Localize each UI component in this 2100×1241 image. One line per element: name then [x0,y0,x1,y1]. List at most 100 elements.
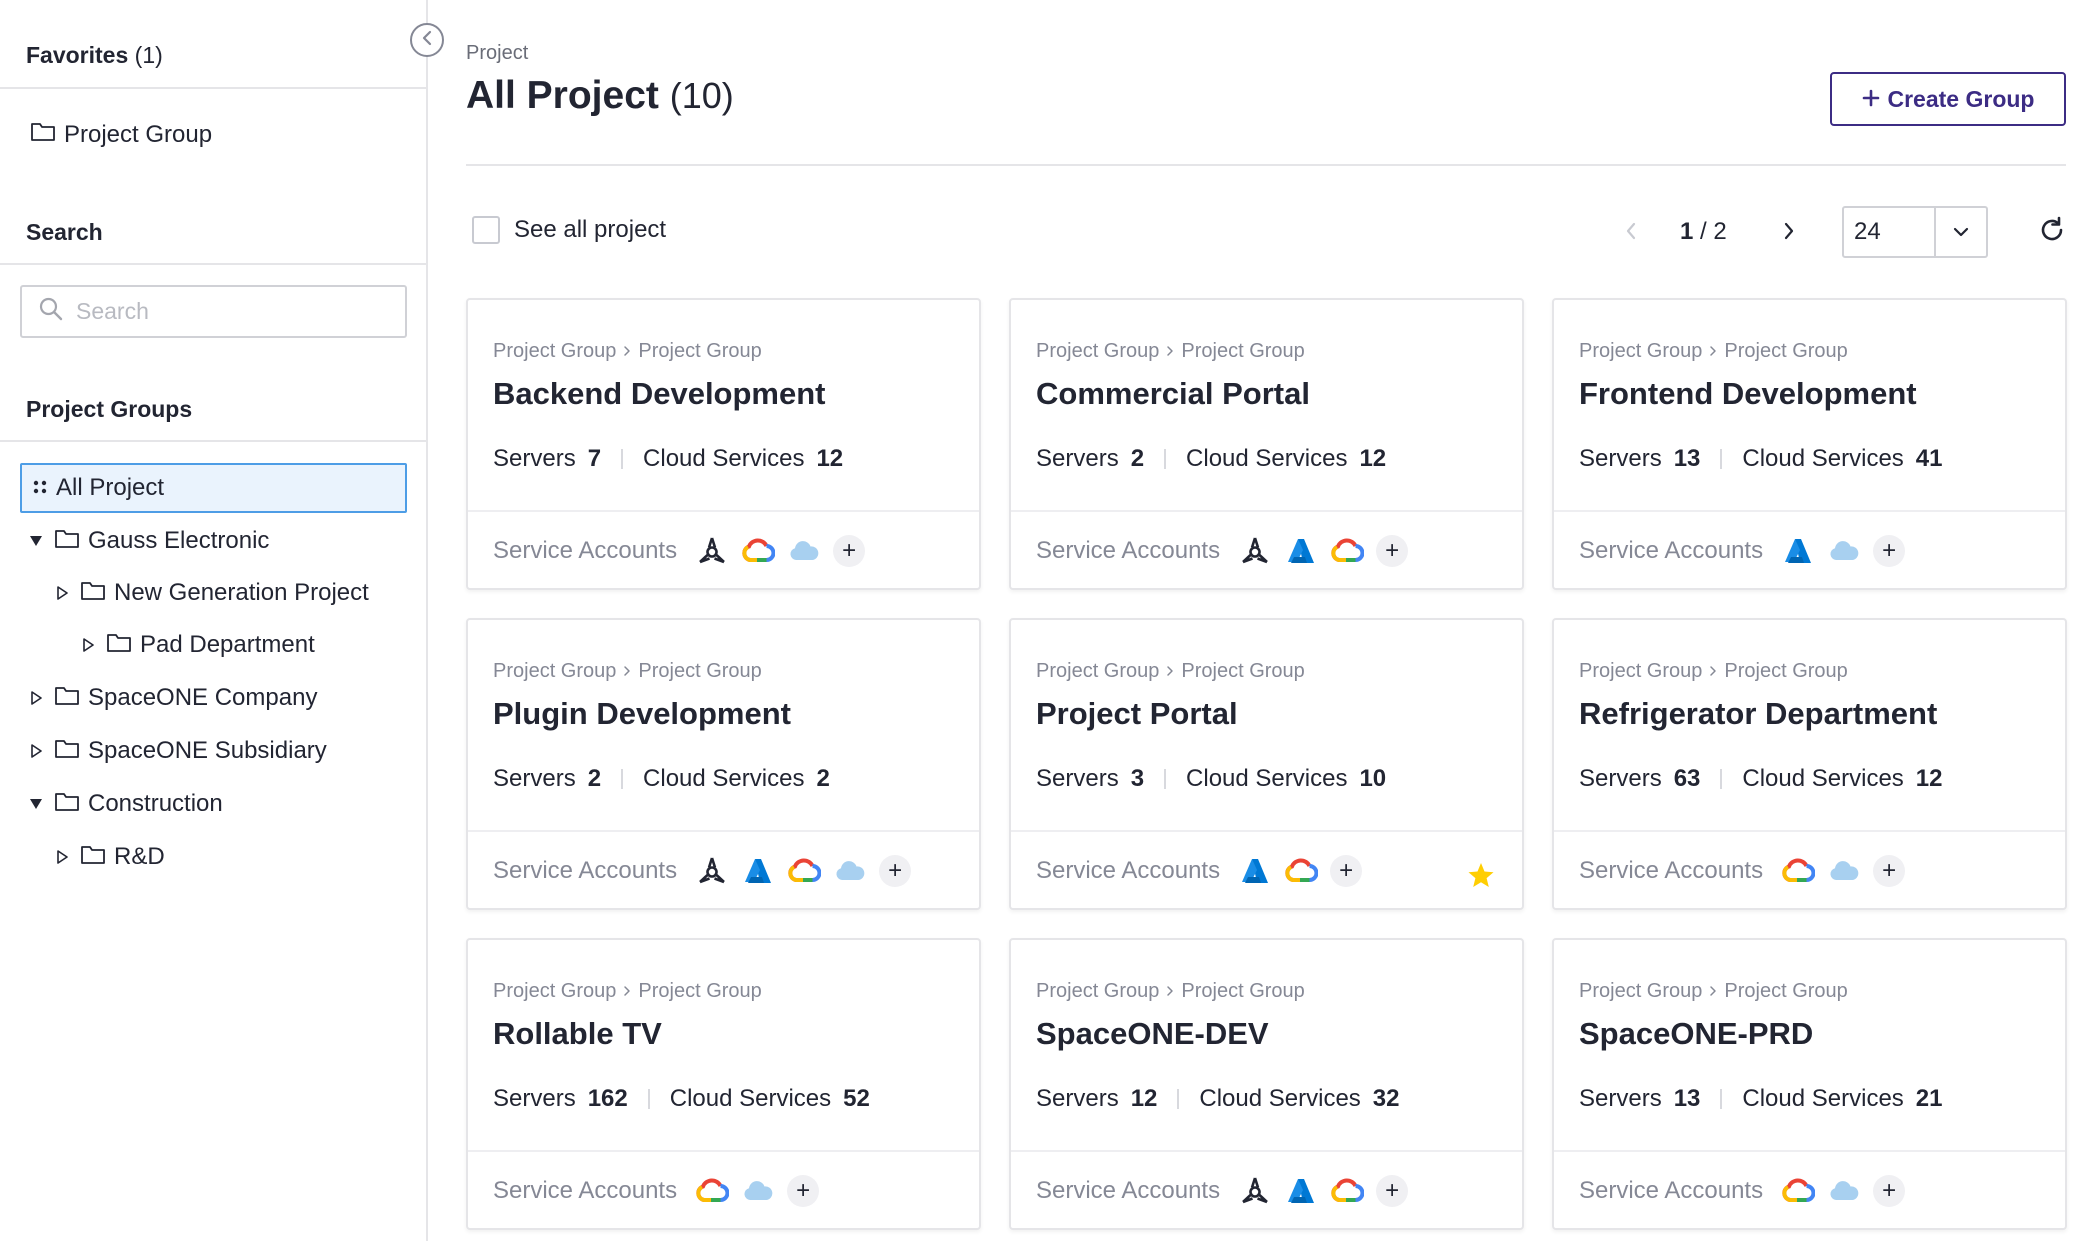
project-card[interactable]: Project Group Project Group Frontend Dev… [1552,298,2067,590]
card-crumb-child[interactable]: Project Group [1724,340,1847,363]
tree-item-construction[interactable]: Construction [26,779,223,829]
chevron-down-icon[interactable] [1934,208,1986,256]
card-crumb-parent[interactable]: Project Group [1036,660,1159,683]
tree-item-spaceone-subsidiary[interactable]: SpaceONE Subsidiary [26,726,327,776]
cloud-icon[interactable] [787,534,821,568]
project-name[interactable]: Backend Development [493,376,826,412]
add-service-account-button[interactable]: + [787,1175,820,1207]
cloud-services-count[interactable]: 52 [843,1085,870,1113]
google-icon[interactable] [1781,854,1816,888]
card-crumb-child[interactable]: Project Group [638,340,761,363]
project-card[interactable]: Project Group Project Group Refrigerator… [1552,618,2067,910]
azure-icon[interactable] [741,854,775,888]
card-crumb-parent[interactable]: Project Group [1036,340,1159,363]
cloud-services-count[interactable]: 12 [816,445,843,473]
cloud-icon[interactable] [1827,854,1861,888]
project-name[interactable]: Frontend Development [1579,376,1917,412]
card-crumb-child[interactable]: Project Group [1724,660,1847,683]
tree-item-new-generation-project[interactable]: New Generation Project [52,568,369,618]
card-crumb-parent[interactable]: Project Group [493,980,616,1003]
cloud-services-count[interactable]: 32 [1373,1085,1400,1113]
azure-icon[interactable] [1238,854,1272,888]
add-service-account-button[interactable]: + [879,855,912,887]
project-card[interactable]: Project Group Project Group Plugin Devel… [466,618,981,910]
card-crumb-child[interactable]: Project Group [1724,980,1847,1003]
project-name[interactable]: SpaceONE-PRD [1579,1016,1813,1052]
search-box[interactable] [20,285,407,338]
next-page-button[interactable] [1772,216,1806,250]
card-crumb-parent[interactable]: Project Group [1579,340,1702,363]
google-icon[interactable] [787,854,822,888]
google-icon[interactable] [1330,534,1365,568]
project-card[interactable]: Project Group Project Group Backend Deve… [466,298,981,590]
cloud-services-count[interactable]: 12 [1916,765,1943,793]
tree-item-pad-department[interactable]: Pad Department [78,620,315,670]
favorite-item-project-group[interactable]: Project Group [30,120,212,149]
search-input[interactable] [76,298,376,325]
cloud-icon[interactable] [1827,1174,1861,1208]
servers-count[interactable]: 13 [1674,1085,1701,1113]
servers-count[interactable]: 2 [1131,445,1144,473]
cloud-icon[interactable] [741,1174,775,1208]
refresh-button[interactable] [2034,214,2070,250]
servers-count[interactable]: 12 [1131,1085,1158,1113]
project-card[interactable]: Project Group Project Group SpaceONE-PRD… [1552,938,2067,1230]
tree-item-all-project[interactable]: All Project [20,463,407,513]
project-name[interactable]: Commercial Portal [1036,376,1310,412]
page-size-select[interactable]: 24 [1842,206,1988,258]
caret-right-icon[interactable] [26,744,46,758]
card-crumb-parent[interactable]: Project Group [493,340,616,363]
project-name[interactable]: SpaceONE-DEV [1036,1016,1269,1052]
tree-item-gauss-electronic[interactable]: Gauss Electronic [26,516,269,566]
servers-count[interactable]: 2 [588,765,601,793]
project-name[interactable]: Plugin Development [493,696,791,732]
card-crumb-parent[interactable]: Project Group [1579,980,1702,1003]
tree-item-rnd[interactable]: R&D [52,832,165,882]
servers-count[interactable]: 7 [588,445,601,473]
breadcrumb[interactable]: Project [466,42,528,65]
azure-icon[interactable] [1781,534,1815,568]
cloud-icon[interactable] [1827,534,1861,568]
add-service-account-button[interactable]: + [1376,535,1409,567]
project-card[interactable]: Project Group Project Group SpaceONE-DEV… [1009,938,1524,1230]
card-crumb-child[interactable]: Project Group [1181,980,1304,1003]
google-icon[interactable] [741,534,776,568]
google-icon[interactable] [1284,854,1319,888]
add-service-account-button[interactable]: + [1376,1175,1409,1207]
cloud-services-count[interactable]: 21 [1916,1085,1943,1113]
cloud-services-count[interactable]: 2 [816,765,829,793]
card-crumb-child[interactable]: Project Group [638,660,761,683]
card-crumb-parent[interactable]: Project Group [493,660,616,683]
card-crumb-parent[interactable]: Project Group [1036,980,1159,1003]
caret-down-icon[interactable] [26,535,46,547]
project-name[interactable]: Refrigerator Department [1579,696,1937,732]
project-card[interactable]: Project Group Project Group Project Port… [1009,618,1524,910]
servers-count[interactable]: 63 [1674,765,1701,793]
cloud-services-count[interactable]: 10 [1359,765,1386,793]
google-icon[interactable] [1781,1174,1816,1208]
google-icon[interactable] [695,1174,730,1208]
collapse-sidebar-button[interactable] [410,23,444,57]
card-crumb-child[interactable]: Project Group [638,980,761,1003]
cloud-services-count[interactable]: 41 [1916,445,1943,473]
caret-down-icon[interactable] [26,798,46,810]
caret-right-icon[interactable] [26,691,46,705]
card-crumb-parent[interactable]: Project Group [1579,660,1702,683]
servers-count[interactable]: 13 [1674,445,1701,473]
project-card[interactable]: Project Group Project Group Commercial P… [1009,298,1524,590]
add-service-account-button[interactable]: + [833,535,866,567]
openstack-icon[interactable] [1238,1174,1272,1208]
cloud-services-count[interactable]: 12 [1359,445,1386,473]
caret-right-icon[interactable] [52,850,72,864]
project-name[interactable]: Project Portal [1036,696,1238,732]
tree-item-spaceone-company[interactable]: SpaceONE Company [26,673,317,723]
openstack-icon[interactable] [695,854,729,888]
project-card[interactable]: Project Group Project Group Rollable TV … [466,938,981,1230]
add-service-account-button[interactable]: + [1873,535,1906,567]
caret-right-icon[interactable] [78,638,98,652]
add-service-account-button[interactable]: + [1330,855,1363,887]
add-service-account-button[interactable]: + [1873,1175,1906,1207]
cloud-icon[interactable] [833,854,867,888]
openstack-icon[interactable] [1238,534,1272,568]
prev-page-button[interactable] [1614,216,1648,250]
